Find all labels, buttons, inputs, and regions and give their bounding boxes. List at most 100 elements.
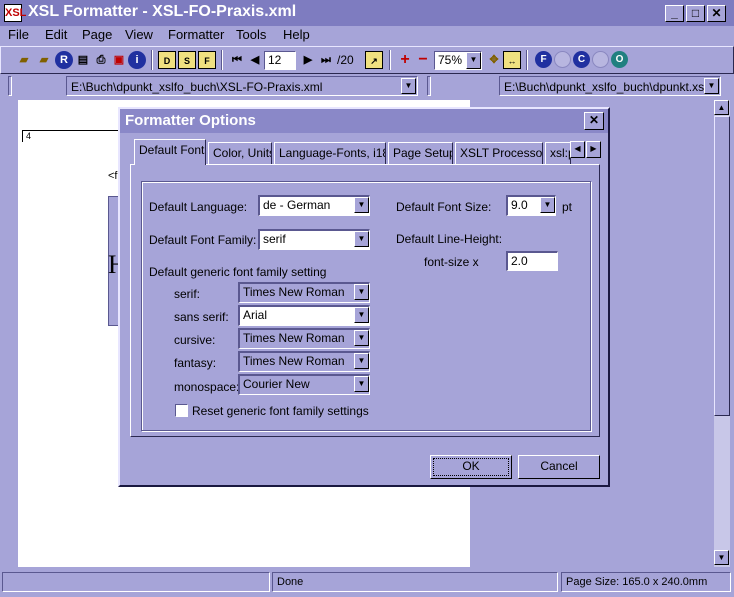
- last-page-icon[interactable]: ⏭: [317, 51, 335, 69]
- window-title: XSL Formatter - XSL-FO-Praxis.xml: [28, 3, 297, 20]
- chevron-down-icon[interactable]: ▼: [401, 78, 416, 94]
- menu-view[interactable]: View: [125, 27, 153, 42]
- xml-path-value: E:\Buch\dpunkt_xslfo_buch\XSL-FO-Praxis.…: [71, 80, 323, 94]
- font-size-x-label: font-size x: [424, 255, 479, 269]
- reset-generic-checkbox[interactable]: [175, 404, 188, 417]
- tab-color-units[interactable]: Color, Units: [208, 142, 272, 164]
- page-number-marker: 4: [22, 130, 122, 142]
- view-c-icon[interactable]: C: [573, 51, 590, 68]
- dialog-close-button[interactable]: ✕: [584, 112, 604, 130]
- monospace-font-value: Courier New: [243, 377, 310, 391]
- toolbar: ▰ ▰ R ▤ ⎙ ▣ i D S F ⏮ ◀ 12 ▶ ⏭ /20 ↗ + −…: [0, 46, 734, 74]
- tab-language-fonts[interactable]: Language-Fonts, i18n: [274, 142, 386, 164]
- font-size-unit: pt: [562, 200, 573, 214]
- zoom-out-icon[interactable]: −: [414, 51, 432, 69]
- goto-page-icon[interactable]: ↗: [365, 51, 383, 69]
- view-f-icon[interactable]: F: [535, 51, 552, 68]
- generic-font-heading: Default generic font family setting: [149, 265, 327, 279]
- tab-xsl-p[interactable]: xsl:p: [545, 142, 571, 164]
- chevron-down-icon[interactable]: ▼: [354, 353, 369, 369]
- scroll-down-icon[interactable]: ▼: [714, 550, 729, 565]
- default-font-family-value: serif: [263, 232, 286, 246]
- monospace-font-select[interactable]: Courier New ▼: [238, 374, 370, 395]
- vertical-scrollbar[interactable]: ▲ ▼: [714, 100, 730, 567]
- default-font-family-select[interactable]: serif ▼: [258, 229, 370, 250]
- view-empty-icon[interactable]: [592, 51, 609, 68]
- serif-font-select[interactable]: Times New Roman ▼: [238, 282, 370, 303]
- monospace-label: monospace:: [174, 380, 240, 394]
- print-preview-icon[interactable]: ▤: [74, 51, 92, 69]
- scroll-up-icon[interactable]: ▲: [714, 100, 729, 115]
- previous-page-icon[interactable]: ◀: [246, 51, 264, 69]
- zoom-in-icon[interactable]: +: [396, 51, 414, 69]
- tab-default-fonts[interactable]: Default Fonts: [134, 139, 206, 165]
- formatter-options-dialog: Formatter Options ✕ Default Fonts Color,…: [118, 107, 610, 487]
- toolbar-separator: [151, 50, 153, 70]
- app-icon: XSL: [4, 4, 26, 22]
- menu-page[interactable]: Page: [82, 27, 112, 42]
- menu-edit[interactable]: Edit: [45, 27, 67, 42]
- chevron-down-icon[interactable]: ▼: [354, 307, 369, 323]
- cursive-font-select[interactable]: Times New Roman ▼: [238, 328, 370, 349]
- minimize-button[interactable]: _: [665, 5, 684, 22]
- chevron-down-icon[interactable]: ▼: [466, 52, 481, 69]
- dialog-title-bar: Formatter Options ✕: [120, 109, 608, 133]
- default-language-select[interactable]: de - German ▼: [258, 195, 370, 216]
- chevron-down-icon[interactable]: ▼: [354, 330, 369, 346]
- default-language-value: de - German: [263, 198, 331, 212]
- chevron-down-icon[interactable]: ▼: [540, 197, 555, 213]
- info-icon[interactable]: i: [128, 51, 146, 69]
- document-f-icon[interactable]: F: [198, 51, 216, 69]
- sans-serif-label: sans serif:: [174, 310, 229, 324]
- chevron-down-icon[interactable]: ▼: [354, 231, 369, 247]
- default-font-size-select[interactable]: 9.0 ▼: [506, 195, 556, 216]
- zoom-select[interactable]: 75% ▼: [434, 51, 482, 70]
- line-height-input[interactable]: 2.0: [506, 251, 558, 271]
- first-page-icon[interactable]: ⏮: [228, 51, 246, 69]
- default-line-height-label: Default Line-Height:: [396, 232, 503, 246]
- maximize-button[interactable]: □: [686, 5, 705, 22]
- fantasy-font-select[interactable]: Times New Roman ▼: [238, 351, 370, 372]
- cancel-button[interactable]: Cancel: [518, 455, 600, 479]
- fit-width-icon[interactable]: ↔: [503, 51, 521, 69]
- print-icon[interactable]: ⎙: [92, 51, 110, 69]
- tab-scroll-right-icon[interactable]: ▶: [586, 141, 601, 158]
- xsl-path-combo[interactable]: E:\Buch\dpunkt_xslfo_buch\dpunkt.xsl ▼: [499, 76, 721, 96]
- scroll-thumb[interactable]: [714, 116, 730, 416]
- xml-path-combo[interactable]: E:\Buch\dpunkt_xslfo_buch\XSL-FO-Praxis.…: [66, 76, 418, 96]
- view-o-icon[interactable]: O: [611, 51, 628, 68]
- tab-panel: Default Language: de - German ▼ Default …: [130, 164, 600, 437]
- document-s-icon[interactable]: S: [178, 51, 196, 69]
- serif-label: serif:: [174, 287, 201, 301]
- open-file-icon[interactable]: ▰: [35, 51, 53, 69]
- sans-serif-font-select[interactable]: Arial ▼: [238, 305, 370, 326]
- status-page-size: Page Size: 165.0 x 240.0mm: [561, 572, 731, 592]
- status-bar: Done Page Size: 165.0 x 240.0mm: [0, 570, 734, 594]
- menu-file[interactable]: File: [8, 27, 29, 42]
- menu-bar: File Edit Page View Formatter Tools Help: [0, 26, 734, 46]
- close-window-button[interactable]: ✕: [707, 5, 726, 22]
- view-empty-icon[interactable]: [554, 51, 571, 68]
- path-gripper: [427, 76, 431, 96]
- reload-icon[interactable]: R: [55, 51, 73, 69]
- tab-xslt-processor[interactable]: XSLT Processor: [455, 142, 543, 164]
- pdf-icon[interactable]: ▣: [110, 51, 128, 69]
- document-d-icon[interactable]: D: [158, 51, 176, 69]
- menu-help[interactable]: Help: [283, 27, 310, 42]
- chevron-down-icon[interactable]: ▼: [354, 376, 369, 392]
- menu-formatter[interactable]: Formatter: [168, 27, 224, 42]
- default-font-size-value: 9.0: [511, 198, 528, 212]
- page-number-input[interactable]: 12: [264, 51, 296, 70]
- tab-page-setup[interactable]: Page Setup: [388, 142, 453, 164]
- next-page-icon[interactable]: ▶: [299, 51, 317, 69]
- zoom-value: 75%: [438, 53, 463, 67]
- open-folder-icon[interactable]: ▰: [15, 51, 33, 69]
- chevron-down-icon[interactable]: ▼: [354, 197, 369, 213]
- chevron-down-icon[interactable]: ▼: [704, 78, 719, 94]
- fit-page-icon[interactable]: ✥: [485, 51, 503, 69]
- tab-scroll-left-icon[interactable]: ◀: [570, 141, 585, 158]
- chevron-down-icon[interactable]: ▼: [354, 284, 369, 300]
- fantasy-font-value: Times New Roman: [243, 354, 345, 368]
- ok-button[interactable]: OK: [430, 455, 512, 479]
- menu-tools[interactable]: Tools: [236, 27, 266, 42]
